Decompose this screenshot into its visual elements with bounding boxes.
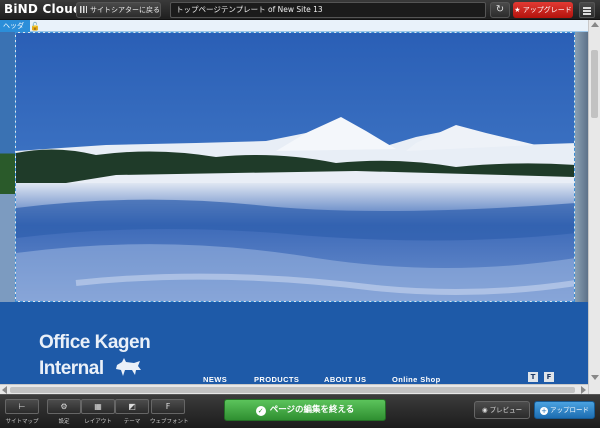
upgrade-label: アップグレード xyxy=(522,6,572,14)
page-title-field[interactable]: トップページテンプレート of New Site 13 xyxy=(170,2,486,18)
horizontal-scrollbar[interactable] xyxy=(0,384,588,394)
site-title-line1[interactable]: Office Kagen xyxy=(39,332,151,354)
back-to-site-theater-button[interactable]: サイトシアターに戻る xyxy=(76,2,161,18)
scroll-up-icon[interactable] xyxy=(591,22,599,27)
header-section-strip xyxy=(0,20,600,32)
reload-icon: ↻ xyxy=(495,4,505,15)
header-photo[interactable] xyxy=(15,32,575,302)
theme-label: テーマ xyxy=(123,419,141,425)
preview-button[interactable]: ◉ プレビュー xyxy=(474,401,530,419)
dog-logo-icon xyxy=(116,358,141,376)
back-button-label: サイトシアターに戻る xyxy=(90,6,160,14)
layout-tool[interactable]: ▦ レイアウト xyxy=(80,399,116,425)
upgrade-button[interactable]: ★ アップグレード xyxy=(513,2,573,18)
lock-icon[interactable]: 🔓 xyxy=(30,21,40,33)
layout-icon[interactable]: ▦ xyxy=(81,399,115,414)
finish-editing-button[interactable]: ✓ ページの編集を終える xyxy=(224,399,386,421)
eye-icon: ◉ xyxy=(481,406,488,414)
app-logo: BiND Cloud xyxy=(4,2,82,16)
sitemap-label: サイトマップ xyxy=(5,419,39,425)
vertical-scrollbar[interactable] xyxy=(588,20,600,394)
theme-icon[interactable]: ◩ xyxy=(115,399,149,414)
settings-tool[interactable]: ⚙ 設定 xyxy=(46,399,82,425)
sitemap-tool[interactable]: ⊢ サイトマップ xyxy=(4,399,40,425)
finish-editing-label: ページの編集を終える xyxy=(269,405,355,415)
header-tag-label: ヘッダ xyxy=(3,22,24,30)
upload-button[interactable]: + アップロード xyxy=(534,401,595,419)
top-bar: BiND Cloud サイトシアターに戻る トップページテンプレート of Ne… xyxy=(0,0,600,20)
nav-link-online-shop[interactable]: Online Shop xyxy=(392,375,441,384)
site-title-line2[interactable]: Internal xyxy=(39,358,104,380)
scroll-left-icon[interactable] xyxy=(2,386,7,394)
webfont-icon[interactable]: F xyxy=(151,399,185,414)
upload-icon: + xyxy=(540,407,548,415)
scroll-right-icon[interactable] xyxy=(581,386,586,394)
star-icon: ★ xyxy=(514,6,521,14)
checkmark-icon: ✓ xyxy=(255,406,266,416)
twitter-icon[interactable]: T xyxy=(528,372,538,382)
layout-label: レイアウト xyxy=(84,419,112,425)
vertical-scroll-thumb[interactable] xyxy=(591,50,598,118)
horizontal-scroll-thumb[interactable] xyxy=(10,387,575,393)
webfont-tool[interactable]: F ウェブフォント xyxy=(150,399,189,425)
snow-landscape-image xyxy=(16,33,574,301)
gear-icon[interactable]: ⚙ xyxy=(47,399,81,414)
nav-link-products[interactable]: PRODUCTS xyxy=(254,375,299,384)
header-section-tag[interactable]: ヘッダ 🔓 xyxy=(0,20,40,32)
webfont-label: ウェブフォント xyxy=(150,419,189,425)
editing-canvas: ヘッダ 🔓 Office Kagen Internal NEWS PRODUCT… xyxy=(0,20,600,394)
left-background-edge xyxy=(0,32,15,302)
grid-icon xyxy=(80,6,87,13)
sitemap-icon[interactable]: ⊢ xyxy=(5,399,39,414)
menu-button[interactable] xyxy=(579,2,595,18)
facebook-icon[interactable]: F xyxy=(544,372,554,382)
nav-link-about-us[interactable]: ABOUT US xyxy=(324,375,366,384)
nav-link-news[interactable]: NEWS xyxy=(203,375,227,384)
theme-tool[interactable]: ◩ テーマ xyxy=(114,399,150,425)
reload-button[interactable]: ↻ xyxy=(490,2,510,18)
settings-label: 設定 xyxy=(58,419,70,425)
scroll-down-icon[interactable] xyxy=(591,375,599,380)
upload-label: アップロード xyxy=(550,406,589,414)
preview-label: プレビュー xyxy=(489,406,523,414)
right-background-edge xyxy=(575,32,588,302)
bottom-toolbar: ⊢ サイトマップ ⚙ 設定 ▦ レイアウト ◩ テーマ F ウェブフォント ✓ ペ… xyxy=(0,394,600,428)
